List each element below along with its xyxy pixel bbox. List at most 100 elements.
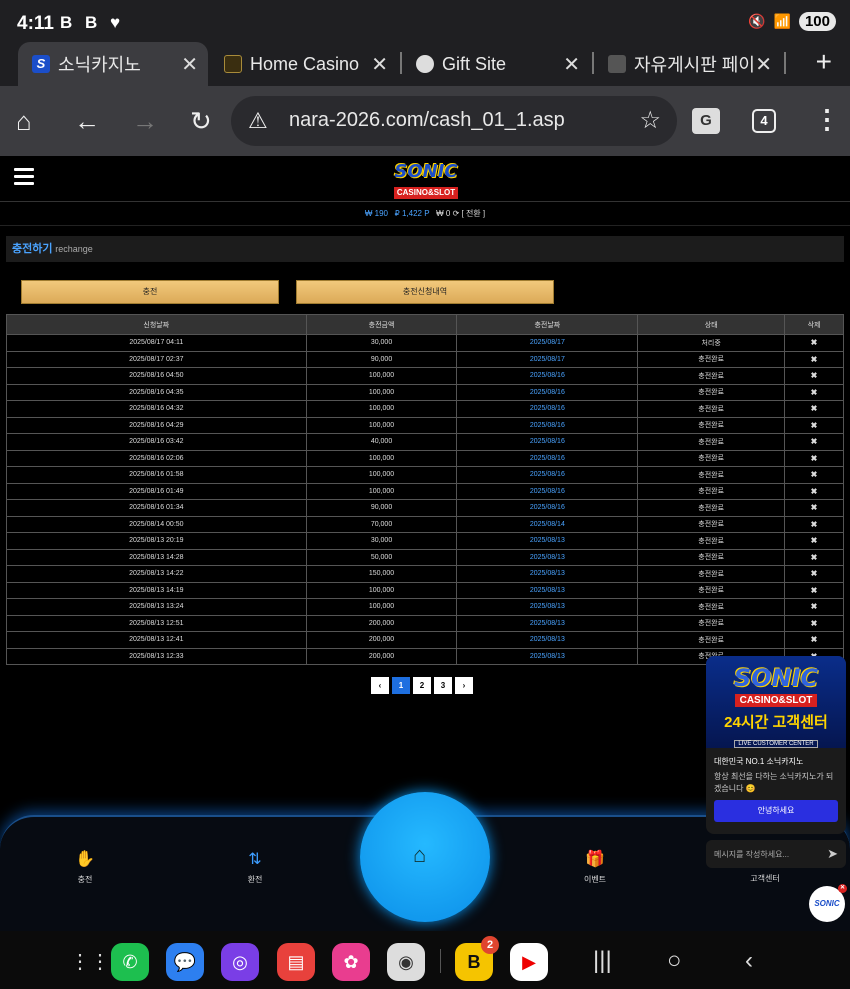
cell-status: 충전완료 [637,532,786,550]
table-row: 2025/08/16 01:34 90,000 2025/08/16 충전완료 ✖ [6,499,844,517]
exchange-icon: ⇅ [248,851,262,868]
delete-icon[interactable]: ✖ [784,416,844,434]
new-tab-icon[interactable]: + [816,46,832,78]
messages-app-icon[interactable]: 💬 [166,943,204,981]
cell-status: 처리중 [637,334,786,352]
delete-icon[interactable]: ✖ [784,383,844,401]
close-tab-icon[interactable]: ✕ [755,52,772,77]
col-delete: 삭제 [784,314,844,335]
tab-home-casino[interactable]: Home Casino ✕ [210,42,398,86]
point-balance: ₽ 1,422 P [394,209,430,218]
back-nav-icon[interactable]: ‹ [745,947,753,975]
translate-icon[interactable]: G [692,108,720,134]
delete-icon[interactable]: ✖ [784,631,844,649]
page-1-button[interactable]: 1 [392,677,410,694]
home-button[interactable]: ⌂ [360,792,490,922]
col-amount: 충전금액 [305,314,458,335]
phone-app-icon[interactable]: ✆ [111,943,149,981]
back-arrow-icon[interactable]: ← [74,106,100,137]
delete-icon[interactable]: ✖ [784,565,844,583]
cell-amount: 90,000 [305,350,458,368]
charge-button[interactable]: 충전 [21,280,279,304]
url-field[interactable]: ⚠ nara-2026.com/cash_01_1.asp ☆ [231,96,677,146]
delete-icon[interactable]: ✖ [784,466,844,484]
cell-amount: 30,000 [305,532,458,550]
convert-button[interactable]: [ 전환 ] [462,209,486,218]
close-chat-icon[interactable]: ✕ [838,884,847,893]
delete-icon[interactable]: ✖ [784,548,844,566]
notes-app-icon[interactable]: ▤ [277,943,315,981]
cell-request-date: 2025/08/16 02:06 [6,449,307,467]
nav-charge[interactable]: ✋ 충전 [55,849,115,885]
cell-charge-date: 2025/08/17 [456,334,639,352]
pagination: ‹ 1 2 3 › [371,677,473,694]
tab-count-button[interactable]: 4 [752,109,776,133]
tab-free-board[interactable]: 자유게시판 페이지 ✕ [594,42,782,86]
col-charge-date: 충전날짜 [456,314,639,335]
send-icon[interactable]: ➤ [827,846,838,862]
cell-amount: 200,000 [305,647,458,665]
youtube-app-icon[interactable]: ▶ [510,943,548,981]
delete-icon[interactable]: ✖ [784,532,844,550]
internet-app-icon[interactable]: ◎ [221,943,259,981]
home-icon[interactable]: ⌂ [16,106,32,137]
cell-charge-date: 2025/08/16 [456,400,639,418]
tab-gift-site[interactable]: Gift Site ✕ [402,42,590,86]
home-casino-favicon-icon [224,55,242,73]
site-logo[interactable]: SONIC CASINO&SLOT [386,162,466,199]
dock-divider [440,949,441,973]
battery-icon: 100 [798,12,836,31]
charge-history-button[interactable]: 충전신청내역 [296,280,554,304]
close-tab-icon[interactable]: ✕ [563,52,580,77]
app-drawer-icon[interactable]: ⋮⋮ [70,949,110,974]
table-row: 2025/08/16 02:06 100,000 2025/08/16 충전완료 ✖ [6,449,844,467]
forward-arrow-icon[interactable]: → [132,106,158,137]
delete-icon[interactable]: ✖ [784,581,844,599]
refresh-icon[interactable]: ⟳ [453,209,460,218]
nav-exchange[interactable]: ⇅ 환전 [225,849,285,885]
chat-launcher[interactable]: SONIC ✕ [809,884,847,922]
cell-request-date: 2025/08/16 01:58 [6,466,307,484]
next-page-button[interactable]: › [455,677,473,694]
hamburger-menu-icon[interactable] [14,168,34,186]
b-app-icon[interactable]: B2 [455,936,499,981]
cell-status: 충전완료 [637,449,786,467]
reload-icon[interactable]: ↻ [190,106,212,137]
delete-icon[interactable]: ✖ [784,400,844,418]
page-2-button[interactable]: 2 [413,677,431,694]
status-time: 4:11 [17,13,54,34]
nav-event[interactable]: 🎁 이벤트 [565,849,625,885]
delete-icon[interactable]: ✖ [784,499,844,517]
warning-icon[interactable]: ⚠ [248,108,268,134]
camera-app-icon[interactable]: ◉ [387,943,425,981]
nav-support[interactable]: 고객센터 [735,873,795,884]
prev-page-button[interactable]: ‹ [371,677,389,694]
delete-icon[interactable]: ✖ [784,515,844,533]
delete-icon[interactable]: ✖ [784,449,844,467]
gallery-app-icon[interactable]: ✿ [332,943,370,981]
page-title-en: rechange [55,244,93,254]
bookmark-star-icon[interactable]: ☆ [639,106,661,135]
close-tab-icon[interactable]: ✕ [371,52,388,77]
cell-request-date: 2025/08/16 01:34 [6,499,307,517]
page-3-button[interactable]: 3 [434,677,452,694]
tab-sonic-casino[interactable]: S 소닉카지노 ✕ [18,42,208,86]
cell-status: 충전완료 [637,499,786,517]
delete-icon[interactable]: ✖ [784,598,844,616]
delete-icon[interactable]: ✖ [784,367,844,385]
delete-icon[interactable]: ✖ [784,614,844,632]
chat-input[interactable]: 메시지를 작성하세요... ➤ [706,840,846,868]
recents-icon[interactable]: ||| [593,947,612,975]
delete-icon[interactable]: ✖ [784,334,844,352]
chat-greeting-button[interactable]: 안녕하세요 [714,800,838,822]
home-nav-icon[interactable]: ○ [667,947,682,975]
close-tab-icon[interactable]: ✕ [181,52,198,77]
delete-icon[interactable]: ✖ [784,350,844,368]
address-bar: ⌂ ← → ↻ ⚠ nara-2026.com/cash_01_1.asp ☆ [0,86,850,156]
table-row: 2025/08/13 14:19 100,000 2025/08/13 충전완료 ✖ [6,581,844,599]
delete-icon[interactable]: ✖ [784,433,844,451]
delete-icon[interactable]: ✖ [784,482,844,500]
table-row: 2025/08/16 04:29 100,000 2025/08/16 충전완료 ✖ [6,416,844,434]
cell-status: 충전완료 [637,383,786,401]
more-menu-icon[interactable]: ⋮ [814,104,840,135]
